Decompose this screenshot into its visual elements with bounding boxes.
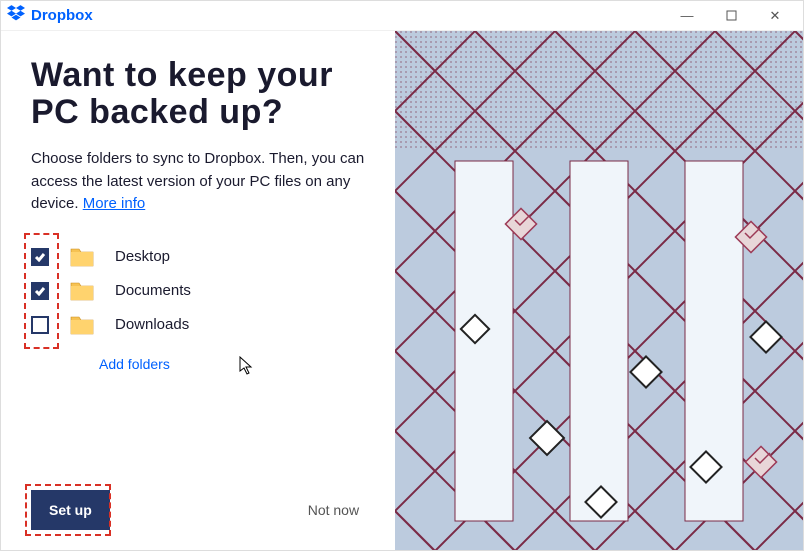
desktop-checkbox[interactable]	[31, 248, 49, 266]
setup-button[interactable]: Set up	[31, 490, 110, 530]
downloads-checkbox[interactable]	[31, 316, 49, 334]
more-info-link[interactable]: More info	[83, 195, 146, 212]
minimize-button[interactable]: —	[665, 2, 709, 30]
app-title: Dropbox	[31, 7, 93, 24]
folder-icon	[69, 246, 95, 268]
page-heading: Want to keep your PC backed up?	[31, 57, 377, 130]
folder-label: Documents	[115, 282, 191, 299]
page-description: Choose folders to sync to Dropbox. Then,…	[31, 148, 377, 216]
dropbox-backup-window: Dropbox — ✕ Want to keep your PC backed …	[0, 0, 804, 551]
add-folders-link[interactable]: Add folders	[99, 356, 377, 372]
folder-list: Desktop Documents Downloads	[31, 240, 377, 342]
folder-label: Desktop	[115, 248, 170, 265]
folder-icon	[69, 314, 95, 336]
folder-row-documents: Documents	[31, 274, 377, 308]
maximize-button[interactable]	[709, 2, 753, 30]
folder-label: Downloads	[115, 316, 189, 333]
not-now-link[interactable]: Not now	[308, 502, 359, 518]
titlebar: Dropbox — ✕	[1, 1, 803, 31]
illustration-panel	[395, 31, 803, 550]
folder-row-desktop: Desktop	[31, 240, 377, 274]
documents-checkbox[interactable]	[31, 282, 49, 300]
folder-row-downloads: Downloads	[31, 308, 377, 342]
dropbox-logo-icon	[7, 5, 25, 26]
close-button[interactable]: ✕	[753, 2, 797, 30]
folder-icon	[69, 280, 95, 302]
description-text: Choose folders to sync to Dropbox. Then,…	[31, 150, 364, 212]
illustration-pattern-icon	[395, 31, 803, 550]
